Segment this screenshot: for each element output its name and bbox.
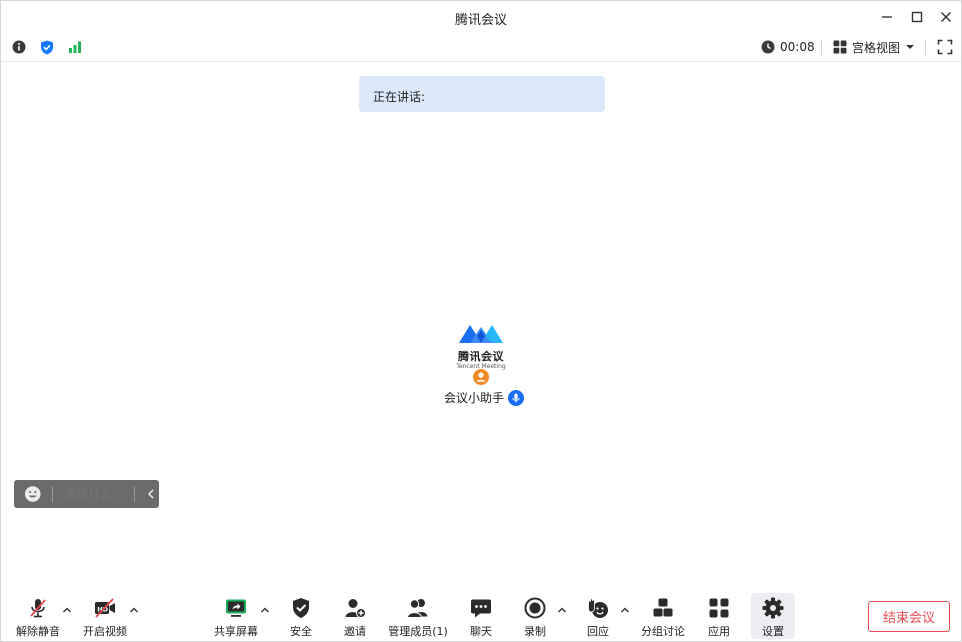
info-icon	[12, 40, 26, 54]
shield-check-icon	[293, 597, 309, 618]
record-icon	[524, 597, 546, 618]
apps-button[interactable]: 应用	[699, 593, 739, 639]
mic-on-icon	[508, 389, 525, 406]
share-screen-button[interactable]: 共享屏幕	[212, 593, 260, 639]
window-title: 腾讯会议	[454, 13, 507, 28]
camera-off-icon: HD	[95, 597, 115, 618]
chat-collapse-button[interactable]	[143, 486, 159, 502]
security-label: 安全	[290, 625, 312, 638]
speaking-label: 正在讲话:	[373, 90, 426, 104]
meeting-window: 腾讯会议 00:08 宫格视图 正在讲话: 腾讯会议 Tencent Meeti…	[0, 0, 962, 642]
network-signal-button[interactable]	[67, 39, 83, 55]
apps-grid-icon	[709, 598, 729, 617]
gear-icon	[762, 597, 784, 618]
fullscreen-icon	[937, 39, 953, 55]
security-shield-button[interactable]	[39, 39, 55, 55]
grid-view-icon	[833, 40, 847, 54]
invite-label: 邀请	[344, 625, 366, 638]
breakout-rooms-icon	[653, 598, 673, 616]
signal-bars-icon	[69, 41, 81, 53]
emoji-icon[interactable]	[24, 485, 42, 503]
reaction-options-chevron-up-icon[interactable]	[620, 605, 630, 615]
status-divider	[821, 39, 822, 55]
minimize-button[interactable]	[877, 7, 897, 27]
share-screen-icon	[226, 599, 246, 617]
maximize-button[interactable]	[907, 7, 927, 27]
participant-name: 会议小助手	[444, 391, 505, 405]
manage-members-label: 管理成员(1)	[388, 625, 448, 638]
participant-name-tag: 会议小助手	[444, 389, 525, 406]
close-icon	[941, 12, 951, 22]
tencent-meeting-logo-icon	[459, 325, 503, 343]
timer-value: 00:08	[780, 40, 815, 54]
view-mode-selector[interactable]: 宫格视图	[833, 38, 915, 56]
security-button[interactable]: 安全	[281, 593, 321, 639]
chat-bubble-icon	[471, 599, 491, 617]
manage-members-button[interactable]: 管理成员(1)	[385, 593, 451, 639]
reactions-label: 回应	[587, 625, 609, 638]
caret-down-icon	[906, 45, 915, 49]
chat-input[interactable]	[64, 487, 131, 501]
chat-label: 聊天	[470, 625, 492, 638]
view-mode-label: 宫格视图	[852, 40, 901, 55]
settings-button[interactable]: 设置	[751, 593, 795, 639]
unmute-button[interactable]: 解除静音	[14, 593, 62, 639]
meeting-toolbar: 解除静音 HD 开启视频	[1, 591, 961, 641]
mic-muted-icon	[30, 598, 46, 617]
raise-hand-emoji-icon	[588, 597, 608, 618]
reactions-button[interactable]: 回应	[578, 593, 618, 639]
breakout-rooms-label: 分组讨论	[641, 625, 685, 638]
user-avatar-icon	[473, 369, 489, 385]
participant-avatar	[473, 369, 489, 385]
meeting-info-button[interactable]	[11, 39, 27, 55]
chat-divider	[134, 486, 136, 502]
meeting-timer: 00:08	[761, 38, 815, 56]
add-user-icon	[345, 598, 366, 618]
audio-options-chevron-up-icon[interactable]	[62, 605, 72, 615]
share-screen-label: 共享屏幕	[214, 625, 258, 638]
members-icon	[406, 598, 428, 618]
brand-name: 腾讯会议	[458, 350, 504, 363]
unmute-label: 解除静音	[16, 625, 60, 638]
status-bar: 00:08 宫格视图	[1, 33, 961, 62]
status-divider	[925, 39, 926, 55]
fullscreen-button[interactable]	[937, 39, 953, 55]
speaking-indicator: 正在讲话:	[359, 76, 605, 112]
chat-bar	[14, 480, 159, 508]
brand-logo: 腾讯会议 Tencent Meeting	[441, 321, 521, 370]
chat-button[interactable]: 聊天	[461, 593, 501, 639]
shield-check-icon	[41, 40, 53, 54]
record-button[interactable]: 录制	[515, 593, 555, 639]
chat-divider	[51, 486, 53, 502]
settings-label: 设置	[762, 625, 784, 638]
chevron-left-icon	[148, 489, 154, 499]
share-options-chevron-up-icon[interactable]	[260, 605, 270, 615]
record-options-chevron-up-icon[interactable]	[557, 605, 567, 615]
record-label: 录制	[524, 625, 546, 638]
video-options-chevron-up-icon[interactable]	[129, 605, 139, 615]
clock-icon	[761, 40, 775, 54]
close-button[interactable]	[936, 7, 956, 27]
apps-label: 应用	[708, 625, 730, 638]
maximize-icon	[911, 11, 923, 23]
title-bar: 腾讯会议	[1, 1, 961, 33]
start-video-button[interactable]: HD 开启视频	[81, 593, 129, 639]
end-meeting-button[interactable]: 结束会议	[868, 601, 950, 632]
start-video-label: 开启视频	[83, 625, 127, 638]
invite-button[interactable]: 邀请	[335, 593, 375, 639]
minimize-icon	[882, 16, 892, 18]
breakout-rooms-button[interactable]: 分组讨论	[638, 593, 688, 639]
